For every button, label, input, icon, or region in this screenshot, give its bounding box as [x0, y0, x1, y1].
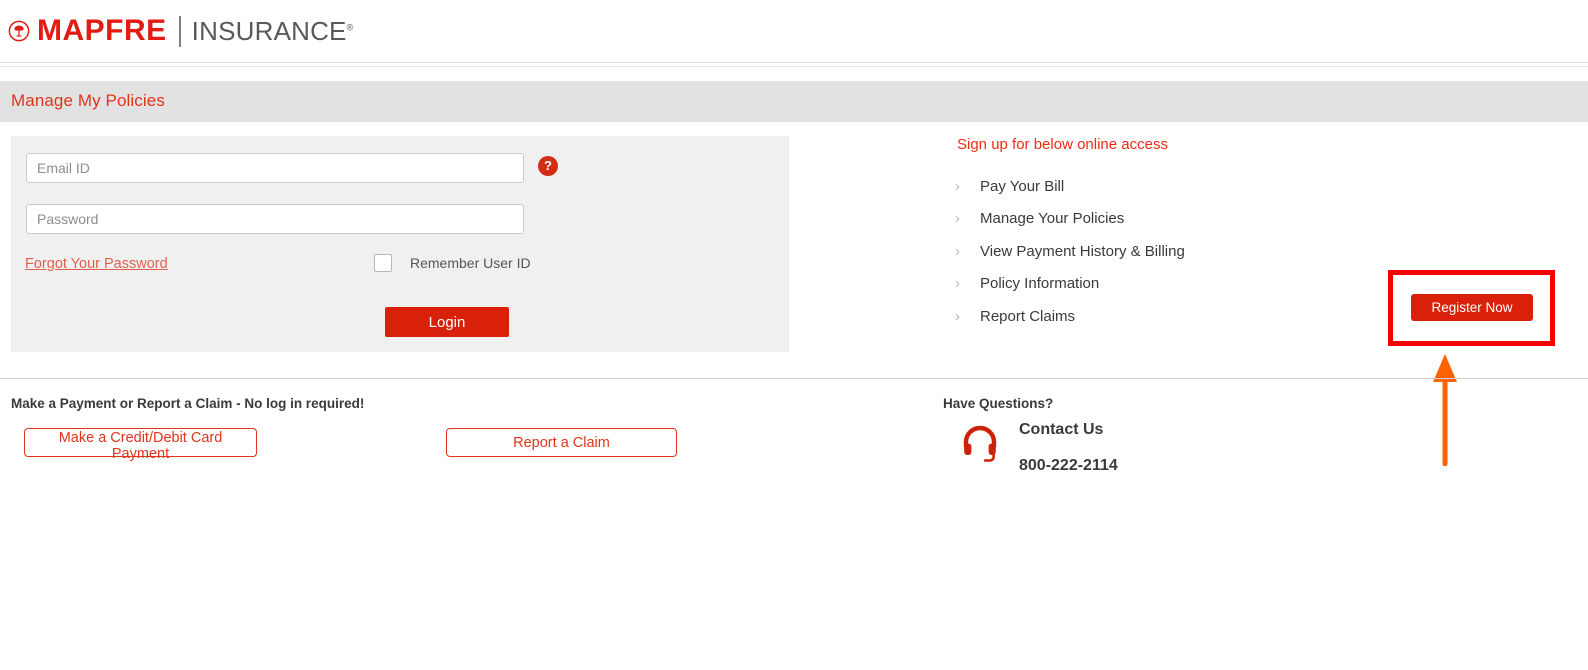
help-icon[interactable]: ?: [538, 156, 558, 176]
chevron-right-icon: ›: [955, 275, 960, 293]
contact-us-label: Contact Us: [1019, 421, 1104, 438]
chevron-right-icon: ›: [955, 210, 960, 228]
site-header: MAPFRE INSURANCE®: [0, 0, 1588, 62]
brand-name-secondary-text: INSURANCE: [191, 16, 347, 46]
list-item-label: Manage Your Policies: [980, 210, 1125, 228]
chevron-right-icon: ›: [955, 177, 960, 195]
headset-icon: [963, 425, 997, 462]
list-item-label: View Payment History & Billing: [980, 242, 1185, 260]
forgot-password-link[interactable]: Forgot Your Password: [25, 256, 168, 272]
list-item[interactable]: › Policy Information: [955, 268, 1375, 301]
list-item[interactable]: › Report Claims: [955, 300, 1375, 333]
email-input[interactable]: [26, 153, 524, 183]
signup-heading: Sign up for below online access: [957, 136, 1168, 153]
registered-mark: ®: [346, 22, 354, 33]
list-item-label: Policy Information: [980, 275, 1100, 293]
list-item[interactable]: › View Payment History & Billing: [955, 235, 1375, 268]
have-questions-heading: Have Questions?: [943, 396, 1054, 411]
list-item-label: Report Claims: [980, 307, 1076, 325]
list-item[interactable]: › Manage Your Policies: [955, 203, 1375, 236]
page-title-band: Manage My Policies: [0, 81, 1588, 122]
contact-phone-number[interactable]: 800-222-2114: [1019, 457, 1118, 475]
brand-name-secondary: INSURANCE®: [192, 18, 354, 44]
signup-benefit-list: › Pay Your Bill › Manage Your Policies ›…: [955, 170, 1375, 333]
login-panel: ? Forgot Your Password Remember User ID …: [11, 136, 789, 352]
password-input[interactable]: [26, 204, 524, 234]
list-item-label: Pay Your Bill: [980, 177, 1065, 195]
header-divider-secondary: [0, 66, 1588, 67]
brand-logo[interactable]: MAPFRE INSURANCE®: [8, 14, 353, 48]
page-title: Manage My Policies: [11, 91, 165, 110]
no-login-heading: Make a Payment or Report a Claim - No lo…: [11, 396, 365, 411]
brand-name-primary: MAPFRE: [37, 14, 167, 47]
section-divider: [0, 378, 1588, 379]
chevron-right-icon: ›: [955, 307, 960, 325]
remember-user-id-label: Remember User ID: [410, 255, 531, 271]
report-claim-button[interactable]: Report a Claim: [446, 428, 677, 457]
register-now-button[interactable]: Register Now: [1411, 294, 1533, 321]
make-payment-button[interactable]: Make a Credit/Debit Card Payment: [24, 428, 257, 462]
header-divider: [0, 62, 1588, 63]
remember-user-id-group[interactable]: Remember User ID: [374, 254, 531, 272]
list-item[interactable]: › Pay Your Bill: [955, 170, 1375, 203]
brand-divider: [178, 15, 181, 47]
login-button[interactable]: Login: [385, 307, 509, 337]
chevron-right-icon: ›: [955, 242, 960, 260]
remember-user-id-checkbox[interactable]: [374, 254, 392, 272]
annotation-arrow-icon: [1433, 354, 1457, 466]
mapfre-emblem-icon: [8, 20, 30, 42]
